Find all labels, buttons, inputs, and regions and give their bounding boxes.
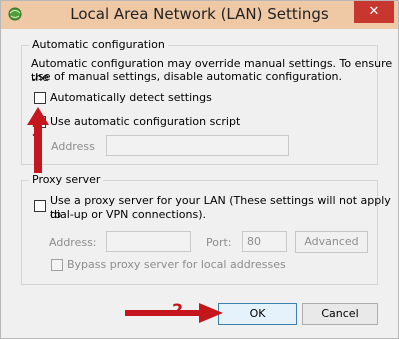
bypass-local-label[interactable]: Bypass proxy server for local addresses — [67, 258, 286, 272]
ok-button[interactable]: OK — [218, 303, 297, 325]
advanced-button[interactable]: Advanced — [295, 231, 368, 253]
auto-config-description-line2: use of manual settings, disable automati… — [31, 70, 343, 83]
proxy-port-label: Port: — [206, 236, 232, 249]
use-proxy-checkbox[interactable] — [34, 200, 46, 212]
bypass-local-checkbox[interactable] — [51, 259, 63, 271]
annotation-marker-1: 1 — [31, 121, 43, 140]
annotation-marker-2: 2 — [172, 300, 184, 319]
auto-config-address-field[interactable] — [106, 135, 289, 156]
proxy-server-legend: Proxy server — [29, 173, 104, 186]
lan-settings-dialog: Local Area Network (LAN) Settings ✕ Auto… — [0, 0, 399, 339]
automatic-configuration-legend: Automatic configuration — [29, 38, 168, 51]
proxy-port-field[interactable]: 80 — [242, 231, 287, 252]
auto-config-script-label[interactable]: Use automatic configuration script — [50, 115, 240, 129]
proxy-address-label: Address: — [49, 236, 97, 249]
auto-detect-label[interactable]: Automatically detect settings — [50, 91, 212, 105]
title-bar: Local Area Network (LAN) Settings ✕ — [1, 1, 398, 29]
annotation-up-arrow — [27, 107, 49, 173]
cancel-button[interactable]: Cancel — [302, 303, 378, 325]
auto-detect-checkbox[interactable] — [34, 92, 46, 104]
close-button[interactable]: ✕ — [354, 1, 394, 23]
use-proxy-label-line2[interactable]: dial-up or VPN connections). — [50, 208, 206, 222]
window-title: Local Area Network (LAN) Settings — [70, 5, 329, 23]
proxy-address-field[interactable] — [106, 231, 191, 252]
auto-config-address-label: Address — [51, 140, 95, 153]
